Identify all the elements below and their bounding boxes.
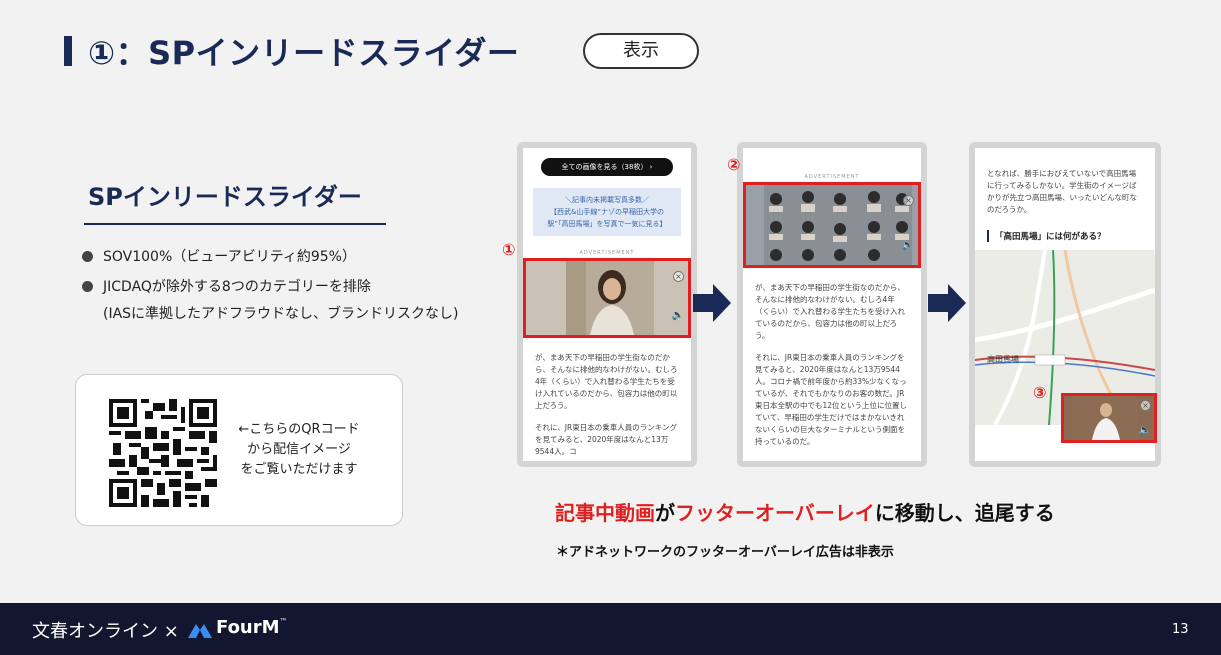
fourm-logo-icon	[188, 624, 212, 638]
qr-instruction: ←こちらのQRコード から配信イメージ をご覧いただけます	[238, 422, 360, 477]
heading-divider	[84, 223, 386, 225]
bullet-sov: SOV100%（ビューアビリティ約95%）	[82, 246, 356, 266]
slide-title: ①：SPインリードスライダー	[88, 34, 520, 72]
bullet-dot	[82, 281, 93, 292]
qr-code-icon	[109, 399, 217, 507]
phone-mock-1: 全ての画像を見る（38枚） › ＼記事内未掲載写真多数／ 【西武&山手線“ナゾの…	[517, 142, 697, 467]
marker-3: ③	[1033, 383, 1047, 402]
mute-icon[interactable]: 🔈	[1139, 425, 1151, 436]
product-heading: SPインリードスライダー	[88, 183, 362, 211]
title-accent-bar	[64, 36, 72, 66]
station-label: 高田馬場	[987, 355, 1019, 364]
article-paragraph: となれば、勝手におびえていないで高田馬場に行ってみるしかない。学生街のイメージば…	[987, 169, 1137, 214]
article-paragraph: それに、JR東日本の乗車人員のランキングを見てみると、2020年度はなんと13万…	[755, 353, 908, 446]
article-paragraph: が、まあ天下の早稲田の学生街なのだから、そんなに排他的なわけがない。むしろ4年（…	[535, 353, 678, 410]
close-icon[interactable]: ×	[673, 271, 684, 282]
arrow-right-icon	[928, 284, 966, 322]
phone-mock-2: ADVERTISEMENT × 🔈 が、まあ天下の早稲田の学生街なのだから、そん…	[737, 142, 927, 467]
gallery-button[interactable]: 全ての画像を見る（38枚） ›	[541, 158, 673, 176]
marker-1: ①	[502, 240, 516, 259]
article-paragraph: が、まあ天下の早稲田の学生街なのだから、そんなに排他的なわけがない。むしろ4年（…	[755, 283, 905, 340]
section-heading: 「高田馬場」には何がある？	[987, 230, 1155, 242]
man-video-frame	[1072, 396, 1138, 440]
article-paragraph: それに、JR東日本の乗車人員のランキングを見てみると、2020年度はなんと13万…	[535, 423, 677, 456]
close-icon[interactable]: ×	[1140, 400, 1151, 411]
footer-brand: 文春オンライン ×	[32, 621, 179, 642]
footer-bar	[0, 603, 1221, 655]
inread-video[interactable]: × 🔈	[523, 258, 691, 338]
gallery-video[interactable]: × 🔈	[743, 182, 921, 268]
caption: 記事中動画がフッターオーバーレイに移動し、追尾する	[555, 501, 1055, 525]
footer-overlay-video[interactable]: × 🔈	[1061, 393, 1157, 443]
page-number: 13	[1172, 622, 1189, 637]
mute-icon[interactable]: 🔈	[672, 310, 684, 321]
promo-banner[interactable]: ＼記事内未掲載写真多数／ 【西武&山手線“ナゾの早稲田大学の 駅”「高田馬場」を…	[533, 188, 681, 236]
close-icon[interactable]: ×	[903, 195, 914, 206]
bullet-jicdaq: JICDAQが除外する8つのカテゴリーを排除	[82, 276, 371, 296]
ad-label: ADVERTISEMENT	[804, 174, 860, 180]
marker-2: ②	[727, 155, 741, 174]
mute-icon[interactable]: 🔈	[902, 240, 914, 251]
display-pill: 表示	[583, 33, 699, 69]
arrow-right-icon	[693, 284, 731, 322]
people-grid-frame	[764, 185, 912, 265]
ad-label: ADVERTISEMENT	[579, 250, 635, 256]
bullet-dot	[82, 251, 93, 262]
woman-video-frame	[566, 261, 654, 335]
footnote: ＊アドネットワークのフッターオーバーレイ広告は非表示	[556, 545, 894, 560]
bullet-note: (IASに準拠したアドフラウドなし、ブランドリスクなし)	[103, 306, 459, 322]
footer-fourm: FourM™	[216, 617, 288, 638]
